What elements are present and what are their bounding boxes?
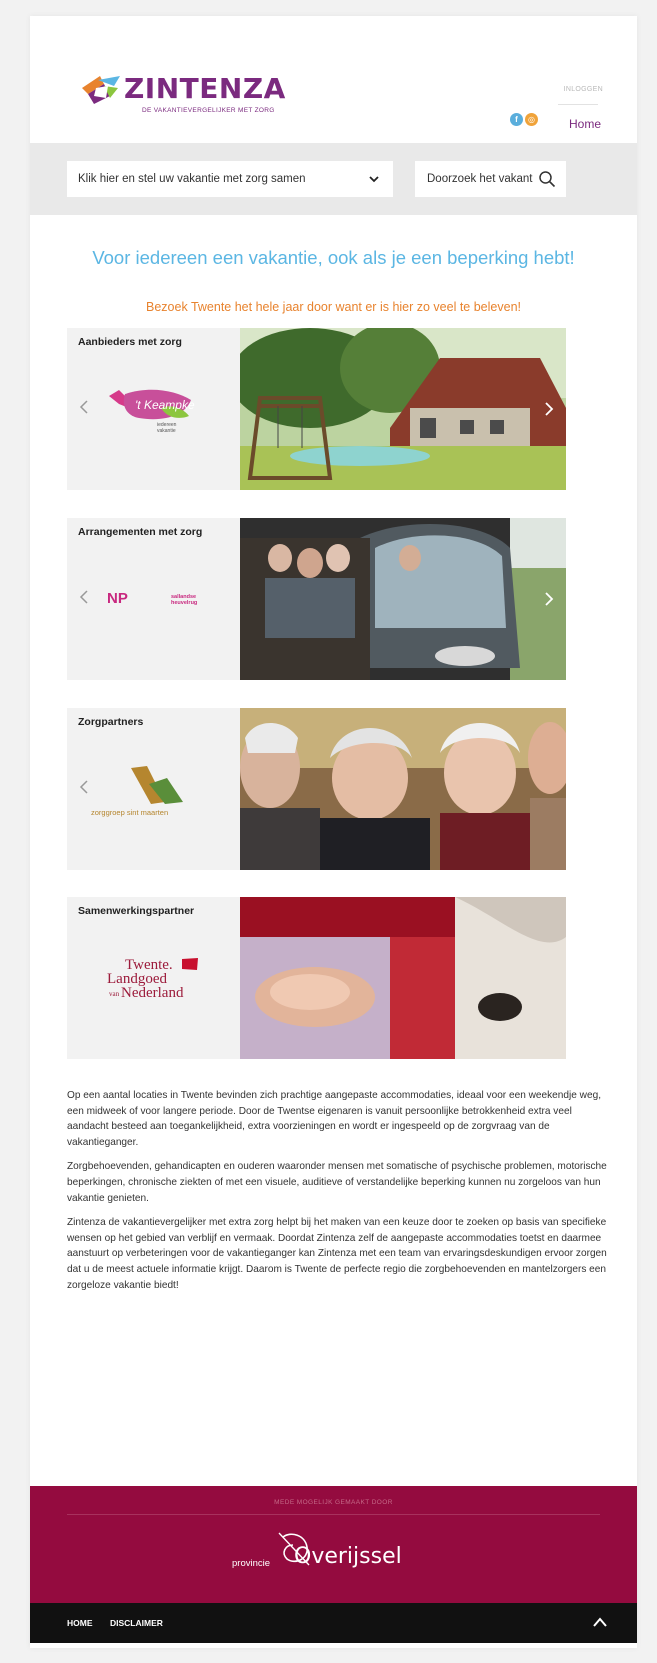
brand-tagline: DE VAKANTIEVERGELIJKER MET ZORG — [142, 107, 275, 114]
header-divider — [558, 104, 598, 105]
section-photo-collage — [240, 897, 566, 1059]
brand-logo[interactable]: ZINTENZA DE VAKANTIEVERGELIJKER MET ZORG — [80, 72, 285, 118]
instagram-icon[interactable]: ◎ — [525, 113, 538, 126]
vacation-select-label: Klik hier en stel uw vakantie met zorg s… — [78, 173, 306, 185]
sallandse-logo-text: sallandse heuvelrug — [171, 594, 198, 606]
section-arrangementen: Arrangementen met zorg NP sallandse heuv… — [67, 518, 566, 680]
section-title: Aanbieders met zorg — [78, 336, 182, 348]
section-zorgpartners: Zorgpartners zorggroep sint maarten — [67, 708, 566, 870]
intro-paragraph: Op een aantal locaties in Twente bevinde… — [67, 1090, 602, 1148]
social-links: f ◎ — [510, 109, 540, 127]
bus-tour-photo — [240, 518, 566, 680]
section-aanbieders: Aanbieders met zorg 't Keampke iedereen … — [67, 328, 566, 490]
keampke-logo-text: 't Keampke — [135, 398, 195, 412]
twente-logo-van: van — [109, 990, 120, 998]
intro-paragraph: Zintenza de vakantievergelijker met extr… — [67, 1217, 607, 1291]
chevron-up-icon[interactable] — [593, 1617, 607, 1627]
intro-paragraph: Zorgbehoevenden, gehandicapten en oudere… — [67, 1161, 607, 1204]
chevron-right-icon[interactable] — [544, 401, 554, 417]
page: ZINTENZA DE VAKANTIEVERGELIJKER MET ZORG… — [30, 16, 637, 1648]
chevron-left-icon[interactable] — [79, 589, 89, 605]
page-headline: Voor iedereen een vakantie, ook als je e… — [92, 247, 575, 268]
section-photo-seniors — [240, 708, 566, 870]
partner-logo-np-sallandse[interactable]: NP sallandse heuvelrug — [107, 590, 207, 610]
footer-nav: HOME DISCLAIMER — [30, 1603, 637, 1643]
section-left-panel: Samenwerkingspartner Twente. Landgoed va… — [67, 897, 240, 1059]
brand-name: ZINTENZA — [124, 72, 286, 105]
sponsor-name[interactable]: Overijssel — [294, 1544, 402, 1569]
chevron-left-icon[interactable] — [79, 399, 89, 415]
collage-photo — [240, 897, 566, 1059]
section-title: Samenwerkingspartner — [78, 905, 195, 917]
np-logo-text: NP — [107, 590, 128, 607]
section-photo-holiday-park — [240, 328, 566, 490]
partner-logo-twente[interactable]: Twente. Landgoed van Nederland — [107, 957, 217, 1013]
footer-link-home[interactable]: HOME — [67, 1618, 93, 1628]
twente-flag-icon — [182, 958, 198, 970]
made-by-label: MEDE MOGELIJK GEMAAKT DOOR — [274, 1499, 393, 1506]
facebook-icon[interactable]: f — [510, 113, 523, 126]
footer-link-disclaimer[interactable]: DISCLAIMER — [110, 1618, 163, 1628]
footer-divider — [67, 1514, 600, 1515]
vacation-select[interactable]: Klik hier en stel uw vakantie met zorg s… — [67, 161, 393, 197]
section-photo-bus-tour — [240, 518, 566, 680]
holiday-park-photo — [240, 328, 566, 490]
site-header: ZINTENZA DE VAKANTIEVERGELIJKER MET ZORG… — [30, 16, 637, 143]
partner-logo-keampke[interactable]: 't Keampke iedereen vakantie — [105, 386, 195, 434]
page-subline: Bezoek Twente het hele jaar door want er… — [146, 300, 521, 314]
twente-logo-line3: Nederland — [121, 985, 184, 1001]
logo-mark-icon — [82, 76, 120, 104]
intro-text: Op een aantal locaties in Twente bevinde… — [67, 1088, 607, 1302]
section-title: Zorgpartners — [78, 716, 144, 728]
chevron-right-icon[interactable] — [544, 591, 554, 607]
search-input[interactable]: Doorzoek het vakant — [415, 161, 566, 197]
chevron-left-icon[interactable] — [79, 779, 89, 795]
keampke-logo-sub: iedereen vakantie — [157, 422, 177, 434]
section-title: Arrangementen met zorg — [78, 526, 203, 538]
chevron-down-icon — [369, 176, 379, 183]
footer-sponsor: MEDE MOGELIJK GEMAAKT DOOR provincie Ove… — [30, 1486, 637, 1603]
section-samenwerkingspartner: Samenwerkingspartner Twente. Landgoed va… — [67, 897, 566, 1059]
seniors-photo — [240, 708, 566, 870]
search-band: Klik hier en stel uw vakantie met zorg s… — [30, 143, 637, 215]
section-left-panel: Arrangementen met zorg NP sallandse heuv… — [67, 518, 240, 680]
sint-maarten-logo-text: zorggroep sint maarten — [91, 808, 169, 817]
nav-home-link[interactable]: Home — [569, 117, 601, 131]
sponsor-prefix: provincie — [232, 1558, 271, 1569]
section-left-panel: Aanbieders met zorg 't Keampke iedereen … — [67, 328, 240, 490]
section-left-panel: Zorgpartners zorggroep sint maarten — [67, 708, 240, 870]
sint-maarten-logo-icon — [131, 766, 183, 804]
search-input-text: Doorzoek het vakant — [427, 173, 533, 185]
search-icon[interactable] — [538, 170, 556, 188]
login-link[interactable]: INLOGGEN — [564, 86, 603, 93]
partner-logo-sint-maarten[interactable]: zorggroep sint maarten — [91, 764, 231, 820]
